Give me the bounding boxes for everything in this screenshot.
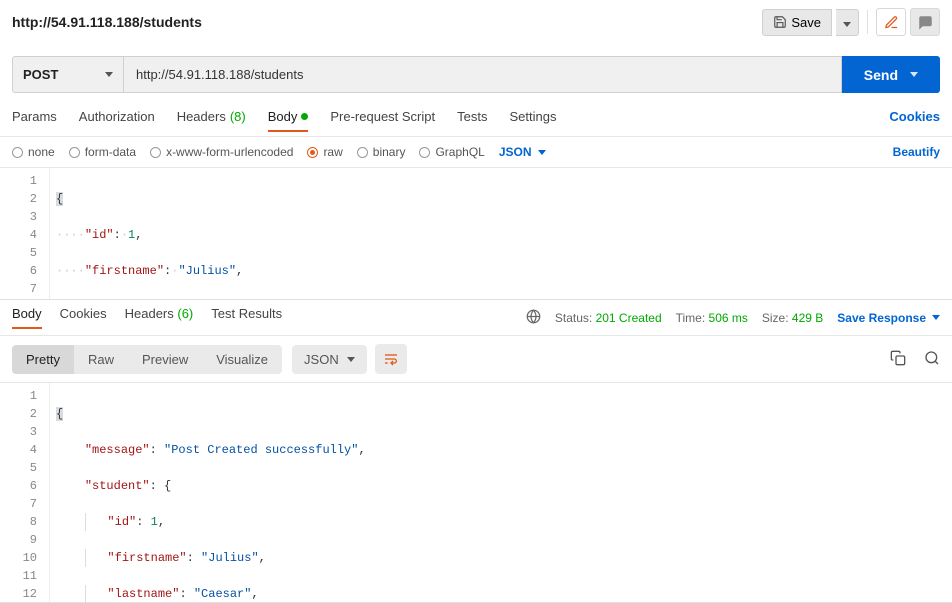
tab-pre-request[interactable]: Pre-request Script	[330, 109, 435, 132]
tab-params[interactable]: Params	[12, 109, 57, 132]
line-gutter: 1234567	[0, 168, 50, 299]
wrap-lines-button[interactable]	[375, 344, 407, 374]
save-icon	[773, 15, 787, 29]
bodytype-urlencoded-label: x-www-form-urlencoded	[166, 145, 293, 159]
chevron-down-icon	[910, 72, 918, 77]
tab-headers-label: Headers	[177, 109, 226, 124]
bodytype-urlencoded[interactable]: x-www-form-urlencoded	[150, 145, 293, 159]
beautify-link[interactable]: Beautify	[893, 145, 940, 159]
time-label: Time:	[676, 311, 706, 325]
bodytype-raw[interactable]: raw	[307, 145, 342, 159]
body-modified-indicator	[301, 113, 308, 120]
tab-authorization[interactable]: Authorization	[79, 109, 155, 132]
resp-tab-test-results[interactable]: Test Results	[211, 306, 282, 329]
chevron-down-icon	[347, 357, 355, 362]
raw-format-value: JSON	[499, 145, 532, 159]
headers-count: (8)	[230, 109, 246, 124]
tab-tests[interactable]: Tests	[457, 109, 487, 132]
view-visualize[interactable]: Visualize	[202, 345, 282, 374]
method-value: POST	[23, 67, 58, 82]
method-select[interactable]: POST	[12, 56, 124, 93]
request-body-code[interactable]: { ····"id":·1, ····"firstname":·"Julius"…	[50, 168, 952, 299]
resp-tab-body[interactable]: Body	[12, 306, 42, 329]
comment-icon	[918, 15, 933, 30]
bodytype-form-data-label: form-data	[85, 145, 136, 159]
resp-headers-count: (6)	[177, 306, 193, 321]
comment-button[interactable]	[910, 8, 940, 36]
save-response-label: Save Response	[837, 311, 926, 325]
size-value: 429 B	[792, 311, 823, 325]
save-response-button[interactable]: Save Response	[837, 311, 940, 325]
tab-body[interactable]: Body	[268, 109, 309, 132]
url-input[interactable]: http://54.91.118.188/students	[124, 56, 842, 93]
tab-settings[interactable]: Settings	[509, 109, 556, 132]
search-icon	[924, 350, 940, 366]
resp-tab-headers[interactable]: Headers (6)	[125, 306, 194, 329]
raw-format-select[interactable]: JSON	[499, 145, 546, 159]
resp-tab-headers-label: Headers	[125, 306, 174, 321]
tab-body-label: Body	[268, 109, 298, 124]
chevron-down-icon	[538, 150, 546, 155]
bodytype-none-label: none	[28, 145, 55, 159]
view-pretty[interactable]: Pretty	[12, 345, 74, 374]
time-value: 506 ms	[709, 311, 748, 325]
copy-button[interactable]	[890, 350, 906, 369]
send-button[interactable]: Send	[842, 56, 940, 93]
save-dropdown[interactable]	[836, 9, 859, 36]
divider	[867, 10, 868, 34]
chevron-down-icon	[932, 315, 940, 320]
bodytype-raw-label: raw	[323, 145, 342, 159]
response-format-value: JSON	[304, 352, 339, 367]
pencil-icon	[884, 15, 899, 30]
bodytype-graphql[interactable]: GraphQL	[419, 145, 484, 159]
bodytype-form-data[interactable]: form-data	[69, 145, 136, 159]
copy-icon	[890, 350, 906, 366]
save-label: Save	[791, 15, 821, 30]
response-body-code[interactable]: { "message": "Post Created successfully"…	[50, 383, 952, 602]
chevron-down-icon	[105, 72, 113, 77]
search-button[interactable]	[924, 350, 940, 369]
tab-headers[interactable]: Headers (8)	[177, 109, 246, 132]
bodytype-none[interactable]: none	[12, 145, 55, 159]
cookies-link[interactable]: Cookies	[889, 109, 940, 132]
bodytype-graphql-label: GraphQL	[435, 145, 484, 159]
view-preview[interactable]: Preview	[128, 345, 202, 374]
view-raw[interactable]: Raw	[74, 345, 128, 374]
resp-tab-cookies[interactable]: Cookies	[60, 306, 107, 329]
response-format-select[interactable]: JSON	[292, 345, 367, 374]
chevron-down-icon	[843, 22, 851, 27]
save-button[interactable]: Save	[762, 9, 832, 36]
line-gutter: 123456789101112	[0, 383, 50, 602]
bodytype-binary[interactable]: binary	[357, 145, 406, 159]
edit-button[interactable]	[876, 8, 906, 36]
request-body-editor[interactable]: 1234567 { ····"id":·1, ····"firstname":·…	[0, 168, 952, 300]
status-label: Status:	[555, 311, 592, 325]
send-label: Send	[864, 67, 898, 83]
size-label: Size:	[762, 311, 789, 325]
status-value: 201 Created	[596, 311, 662, 325]
bodytype-binary-label: binary	[373, 145, 406, 159]
view-mode-group: Pretty Raw Preview Visualize	[12, 345, 282, 374]
response-body-editor[interactable]: 123456789101112 { "message": "Post Creat…	[0, 383, 952, 603]
request-title: http://54.91.118.188/students	[12, 14, 202, 30]
globe-icon[interactable]	[526, 309, 541, 327]
wrap-icon	[383, 352, 399, 366]
